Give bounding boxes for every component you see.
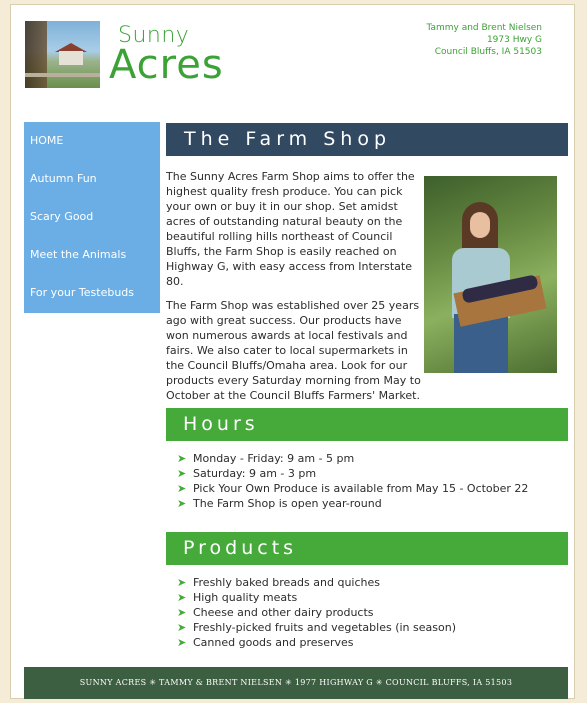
arrow-bullet-icon: ➤: [177, 621, 187, 634]
contact-city: Council Bluffs, IA 51503: [434, 47, 542, 57]
list-item: ➤ High quality meats: [177, 591, 298, 604]
arrow-bullet-icon: ➤: [177, 636, 187, 649]
list-item: ➤ The Farm Shop is open year-round: [177, 497, 382, 510]
list-item: ➤ Canned goods and preserves: [177, 636, 354, 649]
arrow-bullet-icon: ➤: [177, 591, 187, 604]
nav-item-autumn-fun[interactable]: Autumn Fun: [24, 160, 160, 198]
nav-item-tastebuds[interactable]: For your Testebuds: [24, 274, 160, 312]
farm-shop-intro: The Sunny Acres Farm Shop aims to offer …: [166, 169, 568, 408]
list-item: ➤ Freshly-picked fruits and vegetables (i…: [177, 621, 456, 634]
arrow-bullet-icon: ➤: [177, 482, 187, 495]
nav-item-home[interactable]: HOME: [24, 122, 160, 160]
sidebar-nav: HOME Autumn Fun Scary Good Meet the Anim…: [24, 122, 160, 313]
farm-shop-paragraph-2: The Farm Shop was established over 25 ye…: [166, 299, 421, 402]
logo-photo: [25, 21, 100, 88]
footer-bar: SUNNY ACRES ✳ TAMMY & BRENT NIELSEN ✳ 19…: [24, 667, 568, 699]
list-item: ➤ Monday - Friday: 9 am - 5 pm: [177, 452, 355, 465]
page-container: Sunny Acres Tammy and Brent Nielsen 1973…: [10, 4, 575, 699]
hours-section: ➤ Monday - Friday: 9 am - 5 pm ➤ Saturday:…: [166, 441, 568, 532]
farm-shop-heading: The Farm Shop: [166, 123, 568, 156]
main-content: The Farm Shop The Sunny Acres Farm Shop …: [166, 123, 568, 650]
contact-street: 1973 Hwy G: [486, 35, 542, 45]
arrow-bullet-icon: ➤: [177, 452, 187, 465]
arrow-bullet-icon: ➤: [177, 576, 187, 589]
arrow-bullet-icon: ➤: [177, 467, 187, 480]
brand-acres: Acres: [109, 42, 224, 88]
hours-list: ➤ Monday - Friday: 9 am - 5 pm ➤ Saturday:…: [166, 451, 568, 511]
list-item: ➤ Freshly baked breads and quiches: [177, 576, 380, 589]
nav-item-meet-the-animals[interactable]: Meet the Animals: [24, 236, 160, 274]
farm-shop-paragraph-1: The Sunny Acres Farm Shop aims to offer …: [166, 170, 415, 288]
contact-info: Tammy and Brent Nielsen 1973 Hwy G Counc…: [426, 22, 542, 58]
list-item: ➤ Cheese and other dairy products: [177, 606, 374, 619]
arrow-bullet-icon: ➤: [177, 606, 187, 619]
products-list: ➤ Freshly baked breads and quiches ➤ High …: [166, 575, 568, 650]
hours-heading: Hours: [166, 408, 568, 441]
products-heading: Products: [166, 532, 568, 565]
contact-names: Tammy and Brent Nielsen: [426, 23, 542, 33]
nav-item-scary-good[interactable]: Scary Good: [24, 198, 160, 236]
farmer-photo: [424, 176, 557, 373]
list-item: ➤ Pick Your Own Produce is available from…: [177, 482, 529, 495]
list-item: ➤ Saturday: 9 am - 3 pm: [177, 467, 317, 480]
products-section: ➤ Freshly baked breads and quiches ➤ High …: [166, 565, 568, 650]
arrow-bullet-icon: ➤: [177, 497, 187, 510]
